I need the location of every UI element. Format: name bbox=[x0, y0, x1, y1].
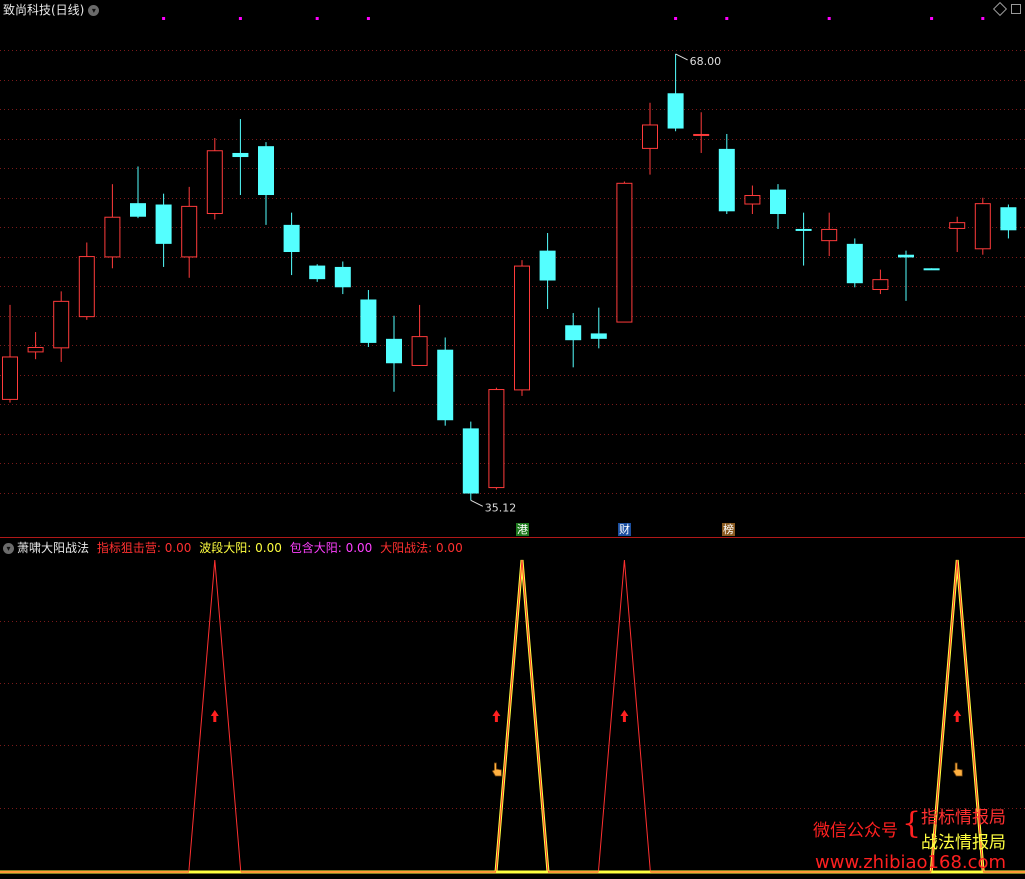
indicator-name[interactable]: 萧啸大阳战法 bbox=[17, 541, 89, 555]
candle-body-down bbox=[565, 325, 582, 341]
candle-body-down bbox=[130, 203, 146, 217]
legend-method-value: 0.00 bbox=[435, 541, 463, 555]
legend-contain-label: 包含大阳: bbox=[289, 541, 342, 555]
high-price-label: 68.00 bbox=[690, 55, 722, 68]
legend-wave-value: 0.00 bbox=[255, 541, 282, 555]
candle-body-down bbox=[539, 250, 556, 281]
legend-method-label: 大阳战法: bbox=[380, 541, 433, 555]
candle-body-down bbox=[718, 148, 735, 212]
candle-body-down bbox=[667, 93, 684, 129]
signal-marker bbox=[981, 17, 985, 20]
chart-title[interactable]: 致尚科技(日线) ▾ bbox=[3, 3, 100, 17]
candle-body-up bbox=[642, 124, 658, 149]
legend-sniper-value: 0.00 bbox=[164, 541, 192, 555]
candle-body-up bbox=[27, 346, 44, 353]
candle-body-up bbox=[744, 195, 761, 205]
chart-canvas: 68.00 35.12 bbox=[0, 17, 1025, 874]
legend-wave-label: 波段大阳: bbox=[199, 541, 252, 555]
signal-marker bbox=[674, 17, 678, 20]
hand-pointer-icon bbox=[952, 762, 963, 777]
candle-body-up bbox=[616, 182, 633, 323]
candle-body-down bbox=[258, 146, 274, 196]
candle-body-up bbox=[514, 265, 530, 391]
candle-body-down bbox=[334, 266, 351, 288]
candle-body-down bbox=[283, 224, 300, 253]
low-leader bbox=[470, 499, 484, 507]
candle-body-up bbox=[181, 205, 198, 258]
signal-marker bbox=[238, 17, 242, 20]
signal-marker bbox=[827, 17, 831, 20]
signal-marker bbox=[930, 17, 934, 20]
candle-body-up bbox=[104, 216, 121, 258]
candle-body-down bbox=[770, 189, 786, 215]
legend-sniper-label: 指标狙击营: bbox=[96, 541, 161, 555]
candle-body-down bbox=[309, 265, 326, 280]
chevron-down-icon[interactable]: ▾ bbox=[88, 5, 100, 16]
candle-body-down bbox=[923, 268, 940, 271]
watermark-url: www.zhibiao168.com bbox=[815, 852, 1007, 873]
candle-body-up bbox=[488, 389, 505, 489]
candle-body-down bbox=[462, 428, 479, 494]
candle-body-up bbox=[693, 133, 710, 136]
candle-body-down bbox=[232, 152, 249, 158]
indicator-header: ▾ 萧啸大阳战法 指标狙击营: 0.00 波段大阳: 0.00 包含大阳: 0.0… bbox=[3, 539, 467, 556]
maximize-icon[interactable] bbox=[1011, 4, 1021, 14]
candle-body-down bbox=[360, 299, 377, 343]
candle-body-up bbox=[949, 222, 966, 229]
signal-marker bbox=[366, 17, 370, 20]
signal-marker bbox=[162, 17, 166, 20]
candle-body-down bbox=[846, 243, 863, 284]
tag-rank[interactable]: 榜 bbox=[722, 523, 735, 536]
chart-stage: 68.00 35.12 致尚科技(日线) ▾ 港 财 榜 ▾ 萧啸大阳战法 指标狙击营… bbox=[0, 0, 1025, 879]
candle-body-down bbox=[386, 338, 402, 364]
candle-body-up bbox=[78, 256, 95, 318]
watermark-line3: 战法情报局 bbox=[921, 833, 1006, 853]
candle-body-down bbox=[1000, 207, 1017, 231]
candle-body-up bbox=[974, 203, 991, 250]
candle-body-down bbox=[795, 228, 812, 231]
signal-marker bbox=[315, 17, 319, 20]
watermark-line2: 指标情报局 bbox=[921, 808, 1006, 828]
signal-marker bbox=[725, 17, 729, 20]
candle-body-up bbox=[206, 150, 223, 215]
candle-body-up bbox=[872, 279, 889, 290]
low-price-label: 35.12 bbox=[485, 501, 517, 514]
candle-body-down bbox=[437, 349, 454, 421]
watermark-brace: { bbox=[902, 806, 922, 841]
indicator-dropdown-icon[interactable]: ▾ bbox=[3, 543, 14, 554]
legend-contain-value: 0.00 bbox=[345, 541, 373, 555]
watermark-wechat: 微信公众号 bbox=[813, 821, 898, 841]
candle-body-up bbox=[411, 336, 428, 366]
hand-pointer-icon bbox=[491, 762, 502, 777]
arrow-up-icon bbox=[210, 710, 219, 722]
candle-body-down bbox=[898, 254, 914, 258]
high-leader bbox=[675, 53, 688, 61]
candle-body-down bbox=[155, 204, 172, 244]
tag-finance[interactable]: 财 bbox=[618, 523, 631, 536]
candle-body-up bbox=[821, 228, 838, 242]
candle-body-up bbox=[53, 300, 70, 349]
candle-body-up bbox=[2, 356, 18, 400]
candle-body-down bbox=[590, 333, 607, 339]
chart-title-text: 致尚科技(日线) bbox=[3, 3, 85, 17]
tag-hk[interactable]: 港 bbox=[516, 523, 529, 536]
arrow-up-icon bbox=[953, 710, 962, 722]
arrow-up-icon bbox=[492, 710, 501, 722]
arrow-up-icon bbox=[620, 710, 629, 722]
